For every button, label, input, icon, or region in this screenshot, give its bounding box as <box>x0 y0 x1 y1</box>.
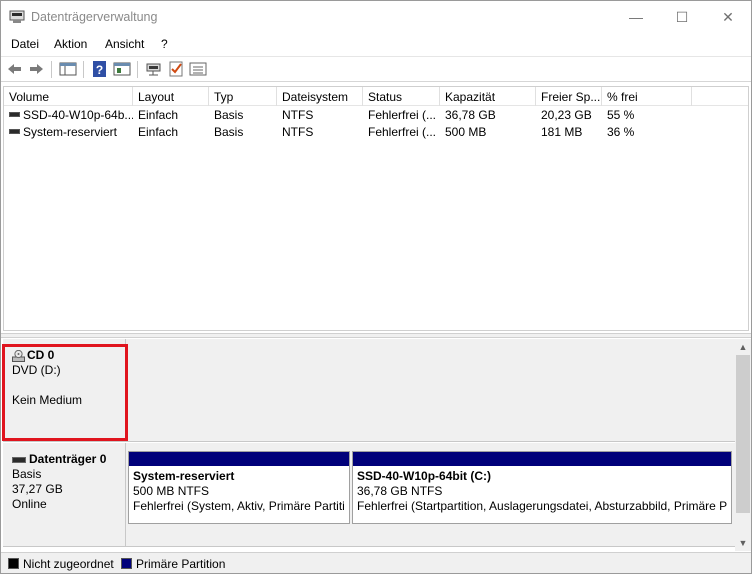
scrollbar-thumb[interactable] <box>736 355 750 513</box>
table-row[interactable]: System-reserviert Einfach Basis NTFS Feh… <box>4 124 748 141</box>
volume-icon <box>9 129 20 135</box>
primary-partition-swatch <box>121 558 132 569</box>
cell-typ: Basis <box>214 108 244 122</box>
cell-typ: Basis <box>214 125 244 139</box>
table-row[interactable]: SSD-40-W10p-64b... Einfach Basis NTFS Fe… <box>4 107 748 124</box>
disk-management-window: Datenträgerverwaltung — ☐ ✕ Datei Aktion… <box>0 0 752 574</box>
volume-list-header: Volume Layout Typ Dateisystem Status Kap… <box>4 87 748 106</box>
title-bar: Datenträgerverwaltung — ☐ ✕ <box>1 1 751 33</box>
scroll-up-icon[interactable]: ▲ <box>735 339 751 355</box>
hard-disk-icon <box>12 456 26 463</box>
unallocated-swatch <box>8 558 19 569</box>
partition-name: System-reserviert <box>133 469 235 483</box>
cell-kapazitaet: 36,78 GB <box>445 108 496 122</box>
partition-size: 500 MB NTFS <box>133 484 210 498</box>
toolbar-separator <box>137 61 138 78</box>
list-view-icon[interactable] <box>189 61 207 77</box>
connect-icon[interactable] <box>145 61 163 77</box>
column-header-freier-speicher[interactable]: Freier Sp... <box>536 87 602 106</box>
column-header-volume[interactable]: Volume <box>4 87 133 106</box>
primary-partition-bar <box>353 452 731 466</box>
pane-splitter[interactable] <box>1 333 751 338</box>
toolbar: ? <box>1 56 751 82</box>
maximize-button[interactable]: ☐ <box>659 1 705 33</box>
back-arrow-icon[interactable] <box>6 61 24 77</box>
column-header-prozent-frei[interactable]: % frei <box>602 87 692 106</box>
toolbar-separator <box>83 61 84 78</box>
cell-layout: Einfach <box>138 108 179 122</box>
volume-icon <box>9 112 20 118</box>
close-icon: ✕ <box>722 8 734 25</box>
column-header-layout[interactable]: Layout <box>133 87 209 106</box>
cell-dateisystem: NTFS <box>282 108 314 122</box>
cell-kapazitaet: 500 MB <box>445 125 487 139</box>
cell-prozent-frei: 55 % <box>607 108 635 122</box>
primary-partition-bar <box>129 452 349 466</box>
disk-label-disk0[interactable]: Datenträger 0 Basis 37,27 GB Online <box>3 443 126 546</box>
window-title: Datenträgerverwaltung <box>31 10 158 24</box>
partition-name: SSD-40-W10p-64bit (C:) <box>357 469 492 483</box>
disk-management-app-icon <box>9 10 25 23</box>
legend-bar: Nicht zugeordnet Primäre Partition <box>1 552 751 573</box>
cell-status: Fehlerfrei (... <box>368 108 437 122</box>
cell-volume: System-reserviert <box>4 125 133 139</box>
cell-status: Fehlerfrei (... <box>368 125 437 139</box>
cell-prozent-frei: 36 % <box>607 125 635 139</box>
menu-aktion[interactable]: Aktion <box>54 37 87 51</box>
volume-name: SSD-40-W10p-64b... <box>23 108 133 122</box>
cell-freier-speicher: 20,23 GB <box>541 108 592 122</box>
menu-help[interactable]: ? <box>161 37 168 51</box>
partition-system-reserviert[interactable]: System-reserviert 500 MB NTFS Fehlerfrei… <box>128 451 350 524</box>
close-button[interactable]: ✕ <box>705 1 751 33</box>
partition-info: SSD-40-W10p-64bit (C:) 36,78 GB NTFS Feh… <box>357 469 729 514</box>
cell-volume: SSD-40-W10p-64b... <box>4 108 133 122</box>
disk-name: Datenträger 0 <box>29 452 107 466</box>
column-header-typ[interactable]: Typ <box>209 87 277 106</box>
maximize-icon: ☐ <box>675 8 689 25</box>
cell-dateisystem: NTFS <box>282 125 314 139</box>
svg-text:?: ? <box>96 63 103 77</box>
toolbar-separator <box>51 61 52 78</box>
legend-unallocated: Nicht zugeordnet <box>23 557 114 571</box>
disk-row-disk0: Datenträger 0 Basis 37,27 GB Online Syst… <box>3 443 735 547</box>
volume-list: Volume Layout Typ Dateisystem Status Kap… <box>3 86 749 331</box>
graphical-view-scrollbar[interactable]: ▲ ▼ <box>735 339 751 551</box>
scroll-down-icon[interactable]: ▼ <box>735 535 751 551</box>
minimize-icon: — <box>629 9 643 25</box>
legend-primary-partition: Primäre Partition <box>136 557 226 571</box>
forward-arrow-icon[interactable] <box>27 61 45 77</box>
volume-name: System-reserviert <box>23 125 118 139</box>
column-header-status[interactable]: Status <box>363 87 440 106</box>
cd0-highlight-box <box>2 344 128 441</box>
partition-info: System-reserviert 500 MB NTFS Fehlerfrei… <box>133 469 347 514</box>
cell-freier-speicher: 181 MB <box>541 125 583 139</box>
checklist-icon[interactable] <box>167 61 185 77</box>
properties-icon[interactable] <box>113 61 131 77</box>
partition-status: Fehlerfrei (System, Aktiv, Primäre Parti… <box>133 499 345 513</box>
disk-type: Basis <box>12 467 42 481</box>
menu-ansicht[interactable]: Ansicht <box>105 37 144 51</box>
partition-status: Fehlerfrei (Startpartition, Auslagerungs… <box>357 499 728 513</box>
column-header-dateisystem[interactable]: Dateisystem <box>277 87 363 106</box>
disk-status: Online <box>12 497 47 511</box>
console-tree-icon[interactable] <box>59 61 77 77</box>
menu-bar: Datei Aktion Ansicht ? <box>1 33 751 55</box>
minimize-button[interactable]: — <box>613 1 659 33</box>
partition-c-drive[interactable]: SSD-40-W10p-64bit (C:) 36,78 GB NTFS Feh… <box>352 451 732 524</box>
partition-size: 36,78 GB NTFS <box>357 484 443 498</box>
column-header-kapazitaet[interactable]: Kapazität <box>440 87 536 106</box>
cell-layout: Einfach <box>138 125 179 139</box>
help-icon[interactable]: ? <box>91 61 109 77</box>
disk-size: 37,27 GB <box>12 482 63 496</box>
menu-datei[interactable]: Datei <box>11 37 39 51</box>
